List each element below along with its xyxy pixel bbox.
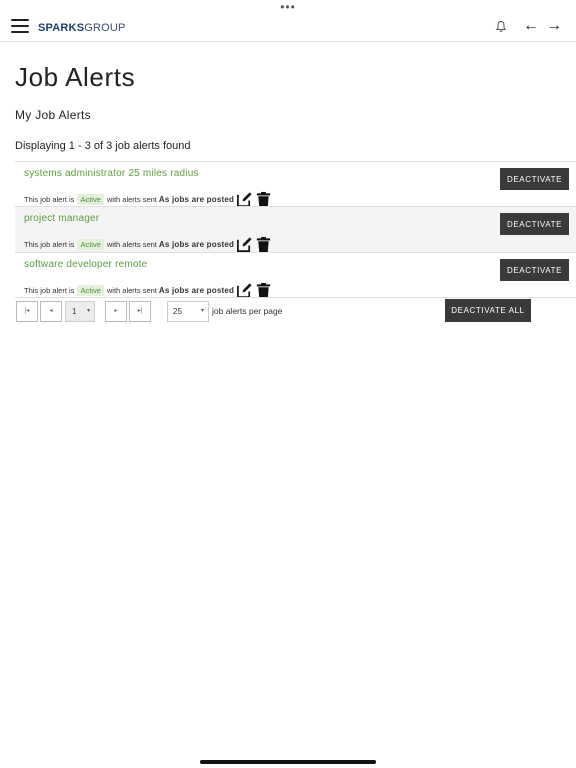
hamburger-icon[interactable]	[11, 19, 29, 33]
list-divider	[15, 297, 576, 298]
deactivate-button[interactable]: DEACTIVATE	[500, 213, 569, 235]
section-subtitle: My Job Alerts	[15, 108, 91, 122]
next-page-button[interactable]: ▸	[105, 301, 127, 322]
alert-frequency: As jobs are posted	[158, 240, 235, 249]
alert-middle: with alerts sent	[106, 286, 157, 295]
alert-title-link[interactable]: project manager	[24, 213, 99, 224]
status-badge: Active	[77, 285, 104, 296]
first-page-button[interactable]: |◂	[16, 301, 38, 322]
deactivate-button[interactable]: DEACTIVATE	[500, 168, 569, 190]
alert-prefix: This job alert is	[24, 240, 75, 249]
alert-row: systems administrator 25 miles radius Th…	[15, 161, 576, 208]
deactivate-button[interactable]: DEACTIVATE	[500, 259, 569, 281]
app-header: SPARKSGROUP ← →	[0, 10, 576, 42]
back-arrow-icon[interactable]: ←	[523, 17, 539, 35]
alert-title-link[interactable]: software developer remote	[24, 259, 147, 270]
logo-bold: SPARKS	[38, 22, 85, 34]
alert-title-link[interactable]: systems administrator 25 miles radius	[24, 168, 199, 179]
last-page-button[interactable]: ▸|	[129, 301, 151, 322]
home-indicator[interactable]	[200, 760, 376, 764]
logo-light: GROUP	[84, 22, 126, 34]
status-badge: Active	[77, 239, 104, 250]
results-count: Displaying 1 - 3 of 3 job alerts found	[15, 140, 191, 152]
chevron-down-icon: ▾	[200, 308, 204, 314]
page-title: Job Alerts	[15, 62, 136, 92]
deactivate-all-button[interactable]: DEACTIVATE ALL	[445, 299, 531, 322]
per-page-label: job alerts per page	[212, 306, 283, 316]
chevron-down-icon: ▾	[86, 308, 90, 314]
alert-row: project manager This job alert is Active…	[15, 206, 576, 253]
alert-row: software developer remote This job alert…	[15, 252, 576, 299]
page-select-value: 1	[72, 307, 77, 316]
alert-frequency: As jobs are posted	[158, 286, 235, 295]
alert-prefix: This job alert is	[24, 195, 75, 204]
page-select[interactable]: 1 ▾	[65, 301, 95, 322]
edit-icon[interactable]	[236, 236, 253, 253]
alert-middle: with alerts sent	[106, 195, 157, 204]
per-page-value: 25	[173, 307, 182, 316]
alert-meta: This job alert is Active with alerts sen…	[24, 236, 272, 253]
bell-icon[interactable]	[495, 20, 507, 33]
alert-prefix: This job alert is	[24, 286, 75, 295]
prev-page-button[interactable]: ◂	[40, 301, 62, 322]
forward-arrow-icon[interactable]: →	[546, 17, 562, 35]
alert-frequency: As jobs are posted	[158, 195, 235, 204]
trash-icon[interactable]	[255, 236, 272, 253]
status-badge: Active	[77, 194, 104, 205]
logo[interactable]: SPARKSGROUP	[38, 22, 126, 34]
per-page-select[interactable]: 25 ▾	[167, 301, 209, 322]
alert-middle: with alerts sent	[106, 240, 157, 249]
